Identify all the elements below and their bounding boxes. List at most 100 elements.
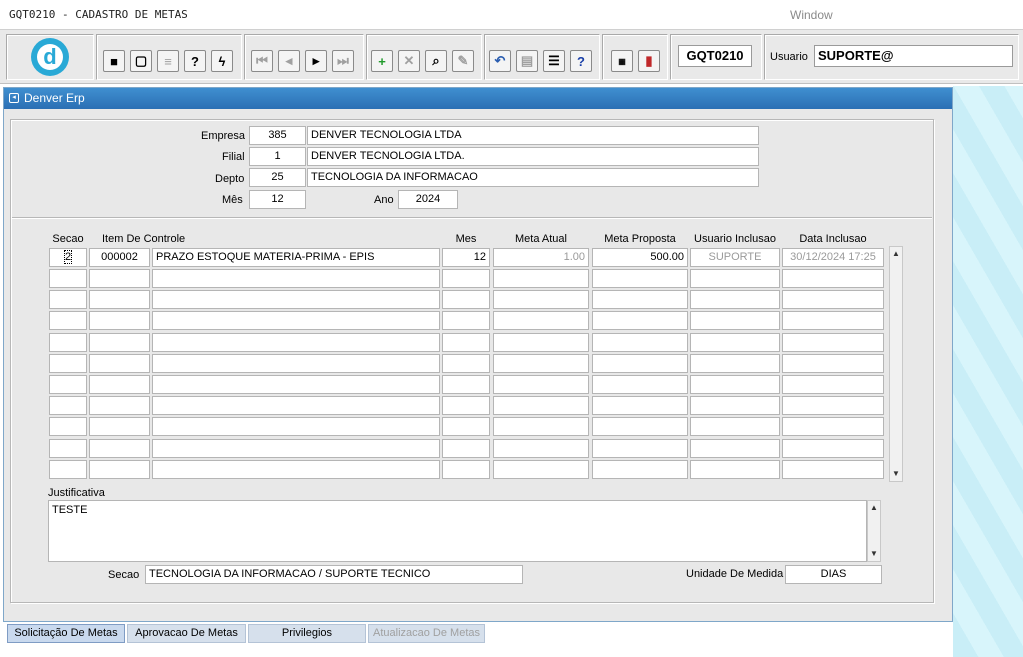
- edit-icon[interactable]: ✎: [452, 50, 474, 72]
- grid-empty-cell[interactable]: [49, 375, 87, 394]
- item-desc-cell[interactable]: PRAZO ESTOQUE MATERIA-PRIMA - EPIS: [152, 248, 440, 267]
- grid-empty-cell[interactable]: [49, 311, 87, 330]
- grid-empty-cell[interactable]: [49, 290, 87, 309]
- grid-empty-cell[interactable]: [782, 333, 884, 352]
- secao-cell[interactable]: 2: [49, 248, 87, 267]
- justificativa-textarea[interactable]: TESTE: [48, 500, 867, 562]
- grid-empty-cell[interactable]: [782, 439, 884, 458]
- depto-code-field[interactable]: 25: [249, 168, 306, 187]
- grid-empty-cell[interactable]: [782, 396, 884, 415]
- grid-empty-cell[interactable]: [493, 439, 589, 458]
- grid-empty-cell[interactable]: [493, 333, 589, 352]
- grid-empty-cell[interactable]: [782, 269, 884, 288]
- grid-empty-cell[interactable]: [782, 460, 884, 479]
- grid-empty-cell[interactable]: [782, 375, 884, 394]
- menu-icon[interactable]: ▦: [611, 50, 633, 72]
- grid-empty-cell[interactable]: [690, 439, 780, 458]
- meta-atual-cell[interactable]: 1.00: [493, 248, 589, 267]
- grid-empty-cell[interactable]: [152, 460, 440, 479]
- tab-atualizacao-metas[interactable]: Atualizacao De Metas: [368, 624, 485, 643]
- scroll-down-icon[interactable]: ▼: [890, 467, 902, 481]
- grid-empty-cell[interactable]: [442, 290, 490, 309]
- execute-query-icon[interactable]: ϟ: [211, 50, 233, 72]
- grid-empty-cell[interactable]: [49, 460, 87, 479]
- grid-empty-cell[interactable]: [592, 311, 688, 330]
- insert-record-icon[interactable]: +: [371, 50, 393, 72]
- query-help-icon[interactable]: ?: [184, 50, 206, 72]
- depto-name-field[interactable]: TECNOLOGIA DA INFORMACAO: [307, 168, 759, 187]
- grid-empty-cell[interactable]: [152, 417, 440, 436]
- window-control-icon[interactable]: ◂: [9, 93, 19, 103]
- grid-empty-cell[interactable]: [690, 460, 780, 479]
- grid-empty-cell[interactable]: [782, 311, 884, 330]
- window-icon[interactable]: ▢: [130, 50, 152, 72]
- unidade-medida-field[interactable]: DIAS: [785, 565, 882, 584]
- grid-empty-cell[interactable]: [690, 396, 780, 415]
- previous-record-icon[interactable]: ◂: [278, 50, 300, 72]
- undo-icon[interactable]: ↶: [489, 50, 511, 72]
- grid-empty-cell[interactable]: [690, 354, 780, 373]
- grid-empty-cell[interactable]: [493, 417, 589, 436]
- print-icon[interactable]: ≡: [157, 50, 179, 72]
- grid-empty-cell[interactable]: [89, 439, 150, 458]
- grid-empty-cell[interactable]: [89, 396, 150, 415]
- tab-privilegios[interactable]: Privilegios: [248, 624, 366, 643]
- grid-empty-cell[interactable]: [592, 417, 688, 436]
- grid-empty-cell[interactable]: [782, 290, 884, 309]
- grid-empty-cell[interactable]: [152, 396, 440, 415]
- grid-empty-cell[interactable]: [89, 354, 150, 373]
- grid-empty-cell[interactable]: [152, 290, 440, 309]
- help-icon[interactable]: ?: [570, 50, 592, 72]
- grid-empty-cell[interactable]: [592, 460, 688, 479]
- grid-empty-cell[interactable]: [89, 333, 150, 352]
- grid-empty-cell[interactable]: [442, 354, 490, 373]
- secao-field[interactable]: TECNOLOGIA DA INFORMACAO / SUPORTE TECNI…: [145, 565, 523, 584]
- grid-empty-cell[interactable]: [152, 439, 440, 458]
- grid-empty-cell[interactable]: [690, 375, 780, 394]
- last-record-icon[interactable]: ⏭: [332, 50, 354, 72]
- scroll-up-icon[interactable]: ▲: [890, 247, 902, 261]
- grid-empty-cell[interactable]: [49, 439, 87, 458]
- delete-record-icon[interactable]: ✕: [398, 50, 420, 72]
- search-icon[interactable]: ⌕: [425, 50, 447, 72]
- grid-empty-cell[interactable]: [493, 354, 589, 373]
- save-icon[interactable]: ■: [103, 50, 125, 72]
- grid-empty-cell[interactable]: [690, 311, 780, 330]
- grid-empty-cell[interactable]: [493, 290, 589, 309]
- scroll-up-icon[interactable]: ▲: [868, 501, 880, 515]
- grid-empty-cell[interactable]: [152, 311, 440, 330]
- grid-empty-cell[interactable]: [89, 375, 150, 394]
- grid-empty-cell[interactable]: [493, 396, 589, 415]
- grid-empty-cell[interactable]: [592, 354, 688, 373]
- tab-solicitacao-metas[interactable]: Solicitação De Metas: [7, 624, 125, 643]
- tab-aprovacao-metas[interactable]: Aprovacao De Metas: [127, 624, 246, 643]
- mes-field[interactable]: 12: [249, 190, 306, 209]
- grid-empty-cell[interactable]: [690, 269, 780, 288]
- grid-scrollbar[interactable]: ▲ ▼: [889, 246, 903, 482]
- grid-empty-cell[interactable]: [152, 375, 440, 394]
- grid-empty-cell[interactable]: [152, 354, 440, 373]
- grid-empty-cell[interactable]: [442, 333, 490, 352]
- usuario-inclusao-cell[interactable]: SUPORTE: [690, 248, 780, 267]
- list-values-icon[interactable]: ☰: [543, 50, 565, 72]
- empresa-code-field[interactable]: 385: [249, 126, 306, 145]
- grid-empty-cell[interactable]: [89, 417, 150, 436]
- filial-name-field[interactable]: DENVER TECNOLOGIA LTDA.: [307, 147, 759, 166]
- grid-empty-cell[interactable]: [690, 290, 780, 309]
- grid-empty-cell[interactable]: [152, 333, 440, 352]
- grid-empty-cell[interactable]: [442, 375, 490, 394]
- grid-empty-cell[interactable]: [592, 269, 688, 288]
- grid-empty-cell[interactable]: [782, 354, 884, 373]
- grid-empty-cell[interactable]: [89, 311, 150, 330]
- justificativa-scrollbar[interactable]: ▲ ▼: [867, 500, 881, 562]
- grid-empty-cell[interactable]: [592, 333, 688, 352]
- grid-empty-cell[interactable]: [49, 417, 87, 436]
- grid-empty-cell[interactable]: [592, 290, 688, 309]
- grid-empty-cell[interactable]: [49, 333, 87, 352]
- grid-empty-cell[interactable]: [592, 439, 688, 458]
- grid-empty-cell[interactable]: [49, 269, 87, 288]
- data-inclusao-cell[interactable]: 30/12/2024 17:25: [782, 248, 884, 267]
- filial-code-field[interactable]: 1: [249, 147, 306, 166]
- meta-proposta-cell[interactable]: 500.00: [592, 248, 688, 267]
- grid-empty-cell[interactable]: [493, 311, 589, 330]
